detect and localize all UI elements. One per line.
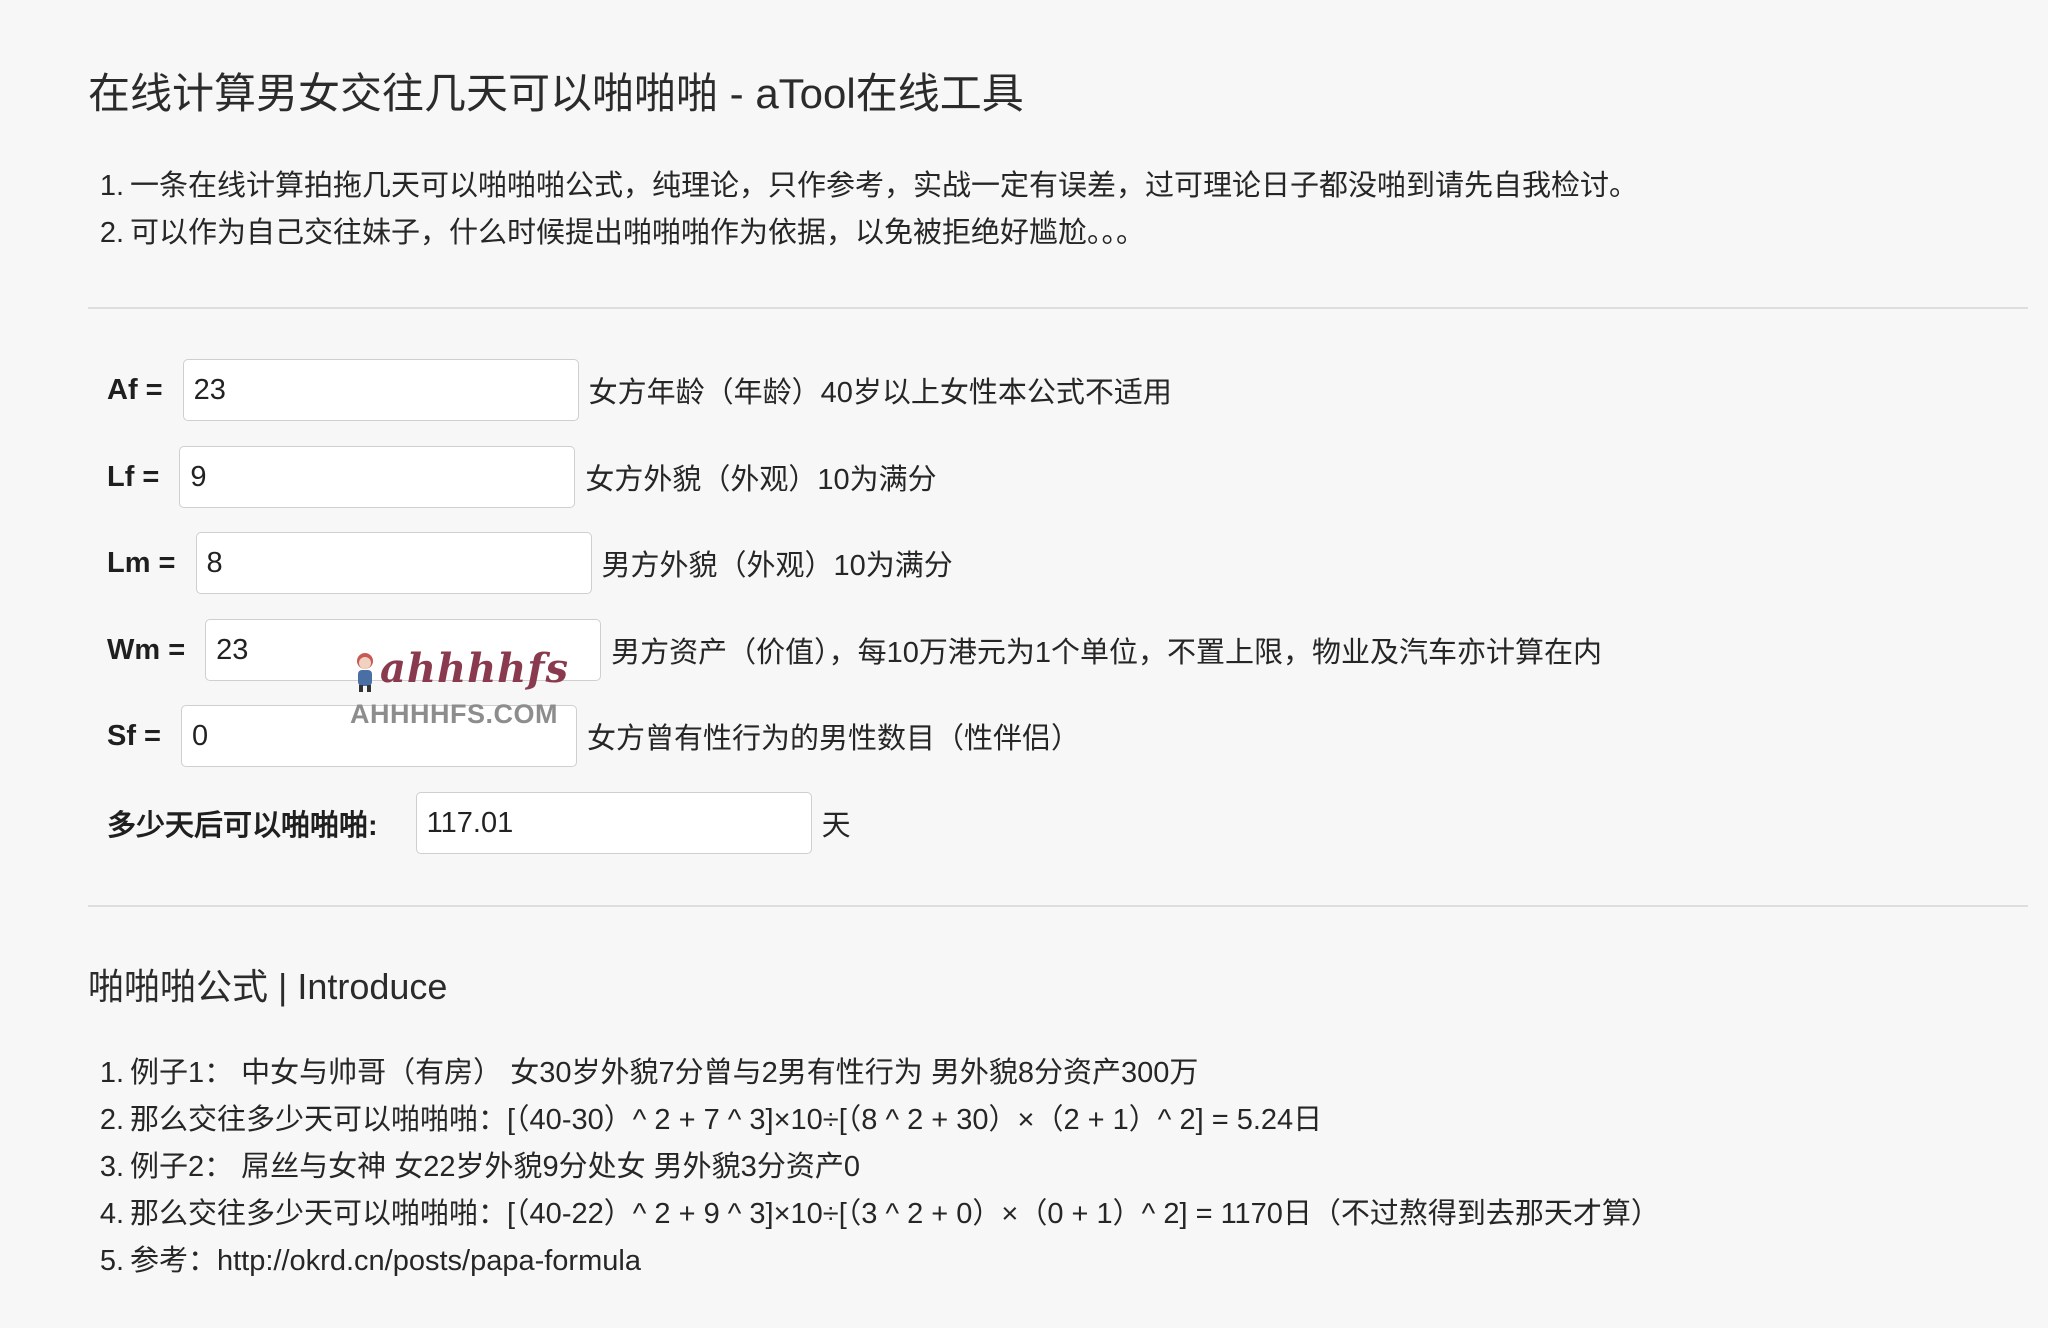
af-row: Af = 女方年龄（年龄）40岁以上女性本公式不适用	[107, 357, 1172, 423]
result-label: 多少天后可以啪啪啪:	[107, 810, 378, 842]
list-item: 3. 例子2： 屌丝与女神 女22岁外貌9分处女 男外貌3分资产0	[99, 1151, 860, 1183]
lf-description: 女方外貌（外观）10为满分	[585, 464, 937, 496]
sf-input[interactable]	[181, 705, 577, 767]
intro-title: 啪啪啪公式 | Introduce	[88, 966, 448, 1007]
list-item: 1. 一条在线计算拍拖几天可以啪啪啪公式，纯理论，只作参考，实战一定有误差，过可理…	[99, 170, 1639, 202]
af-description: 女方年龄（年龄）40岁以上女性本公式不适用	[588, 377, 1172, 409]
wm-input[interactable]	[205, 619, 602, 681]
page-title: 在线计算男女交往几天可以啪啪啪 - aTool在线工具	[88, 70, 1024, 117]
intro-list: 1. 例子1： 中女与帅哥（有房） 女30岁外貌7分曾与2男有性行为 男外貌8分资…	[88, 1050, 1660, 1285]
result-unit: 天	[821, 810, 851, 842]
sf-description: 女方曾有性行为的男性数目（性伴侣）	[587, 723, 1081, 755]
note-text: 一条在线计算拍拖几天可以啪啪啪公式，纯理论，只作参考，实战一定有误差，过可理论日…	[130, 170, 1639, 202]
intro-text: 例子1： 中女与帅哥（有房） 女30岁外貌7分曾与2男有性行为 男外貌8分资产3…	[130, 1057, 1199, 1089]
notes-list: 1. 一条在线计算拍拖几天可以啪啪啪公式，纯理论，只作参考，实战一定有误差，过可理…	[88, 163, 1638, 257]
lf-input[interactable]	[179, 446, 576, 508]
list-item: 5. 参考：http://okrd.cn/posts/papa-formula	[99, 1245, 641, 1277]
sf-row: Sf = 女方曾有性行为的男性数目（性伴侣）	[107, 703, 1080, 769]
list-item: 2. 可以作为自己交往妹子，什么时候提出啪啪啪作为依据，以免被拒绝好尴尬。。。	[99, 217, 1146, 249]
af-input[interactable]	[182, 359, 579, 421]
intro-text: 例子2： 屌丝与女神 女22岁外貌9分处女 男外貌3分资产0	[130, 1151, 860, 1183]
lm-row: Lm = 男方外貌（外观）10为满分	[107, 530, 953, 596]
intro-text: 那么交往多少天可以啪啪啪：[（40-30）^ 2 + 7 ^ 3]×10÷[（8…	[130, 1104, 1323, 1136]
result-output[interactable]	[415, 792, 812, 854]
lm-label: Lm =	[107, 546, 176, 579]
divider	[88, 307, 2028, 309]
wm-label: Wm =	[107, 633, 186, 666]
af-label: Af =	[107, 373, 163, 406]
lm-input[interactable]	[195, 532, 592, 594]
note-text: 可以作为自己交往妹子，什么时候提出啪啪啪作为依据，以免被拒绝好尴尬。。。	[130, 217, 1146, 249]
list-item: 4. 那么交往多少天可以啪啪啪：[（40-22）^ 2 + 9 ^ 3]×10÷[…	[99, 1198, 1660, 1230]
list-item: 2. 那么交往多少天可以啪啪啪：[（40-30）^ 2 + 7 ^ 3]×10÷[…	[99, 1104, 1323, 1136]
lf-label: Lf =	[107, 460, 160, 493]
divider	[88, 905, 2028, 907]
wm-row: Wm = 男方资产（价值），每10万港元为1个单位，不置上限，物业及汽车亦计算在…	[107, 617, 1602, 683]
result-row: 多少天后可以啪啪啪: 天	[107, 790, 851, 856]
lf-row: Lf = 女方外貌（外观）10为满分	[107, 444, 937, 510]
intro-text: 那么交往多少天可以啪啪啪：[（40-22）^ 2 + 9 ^ 3]×10÷[（3…	[130, 1198, 1660, 1230]
list-item: 1. 例子1： 中女与帅哥（有房） 女30岁外貌7分曾与2男有性行为 男外貌8分资…	[99, 1057, 1199, 1089]
reference-link[interactable]: 参考：http://okrd.cn/posts/papa-formula	[130, 1245, 641, 1277]
sf-label: Sf =	[107, 719, 161, 752]
wm-description: 男方资产（价值），每10万港元为1个单位，不置上限，物业及汽车亦计算在内	[611, 637, 1603, 669]
lm-description: 男方外貌（外观）10为满分	[601, 550, 953, 582]
